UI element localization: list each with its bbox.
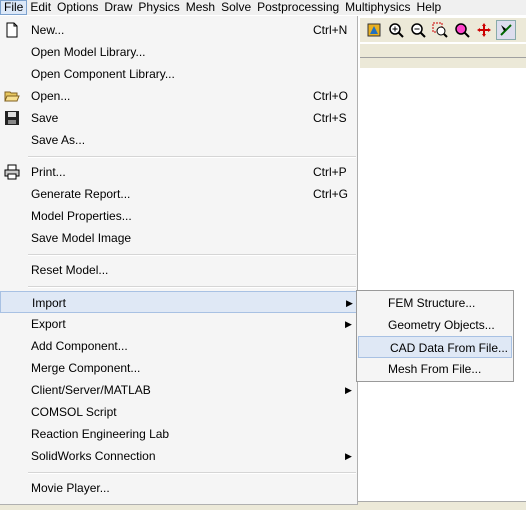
menu-item-reaction-engineering-lab[interactable]: Reaction Engineering Lab xyxy=(0,423,357,445)
menu-item-open-component-library[interactable]: Open Component Library... xyxy=(0,63,357,85)
submenu-arrow-icon: ▶ xyxy=(345,451,352,461)
zoom-selected-icon[interactable] xyxy=(452,20,472,40)
zoom-out-icon[interactable] xyxy=(408,20,428,40)
menu-solve[interactable]: Solve xyxy=(218,0,254,15)
menu-item-import[interactable]: Import ▶ xyxy=(0,291,357,313)
folder-open-icon xyxy=(4,88,20,104)
drawing-canvas[interactable] xyxy=(360,68,526,501)
menu-separator xyxy=(28,286,356,288)
floppy-disk-icon xyxy=(4,110,20,126)
menu-item-export[interactable]: Export ▶ xyxy=(0,313,357,335)
menu-item-open[interactable]: Open... Ctrl+O xyxy=(0,85,357,107)
menu-item-save-model-image[interactable]: Save Model Image xyxy=(0,227,357,249)
menu-item-movie-player[interactable]: Movie Player... xyxy=(0,477,357,499)
menu-item-save-as[interactable]: Save As... xyxy=(0,129,357,151)
submenu-item-mesh-from-file[interactable]: Mesh From File... xyxy=(357,358,513,380)
menu-item-generate-report[interactable]: Generate Report... Ctrl+G xyxy=(0,183,357,205)
pan-icon[interactable] xyxy=(474,20,494,40)
menu-separator xyxy=(28,156,356,158)
menu-item-new[interactable]: New... Ctrl+N xyxy=(0,19,357,41)
menu-item-comsol-script[interactable]: COMSOL Script xyxy=(0,401,357,423)
menu-item-model-properties[interactable]: Model Properties... xyxy=(0,205,357,227)
menu-item-client-server-matlab[interactable]: Client/Server/MATLAB ▶ xyxy=(0,379,357,401)
secondary-toolbar xyxy=(360,44,526,68)
menu-help[interactable]: Help xyxy=(414,0,445,15)
printer-icon xyxy=(4,164,20,180)
menu-separator xyxy=(28,254,356,256)
menu-separator xyxy=(28,472,356,474)
submenu-arrow-icon: ▶ xyxy=(346,298,353,308)
submenu-item-cad-data-from-file[interactable]: CAD Data From File... xyxy=(358,336,512,358)
menu-multiphysics[interactable]: Multiphysics xyxy=(342,0,413,15)
menu-item-save[interactable]: Save Ctrl+S xyxy=(0,107,357,129)
submenu-arrow-icon: ▶ xyxy=(345,319,352,329)
menu-draw[interactable]: Draw xyxy=(101,0,135,15)
visualization-icon[interactable] xyxy=(364,20,384,40)
submenu-item-geometry-objects[interactable]: Geometry Objects... xyxy=(357,314,513,336)
menu-item-open-model-library[interactable]: Open Model Library... xyxy=(0,41,357,63)
menu-item-solidworks-connection[interactable]: SolidWorks Connection ▶ xyxy=(0,445,357,467)
import-submenu: FEM Structure... Geometry Objects... CAD… xyxy=(356,290,514,382)
menu-item-reset-model[interactable]: Reset Model... xyxy=(0,259,357,281)
menu-bar: File Edit Options Draw Physics Mesh Solv… xyxy=(0,0,526,15)
menu-file[interactable]: File xyxy=(0,0,28,15)
select-mode-icon[interactable] xyxy=(496,20,516,40)
new-document-icon xyxy=(4,22,20,38)
menu-options[interactable]: Options xyxy=(54,0,101,15)
file-menu: New... Ctrl+N Open Model Library... Open… xyxy=(0,16,358,505)
menu-item-print[interactable]: Print... Ctrl+P xyxy=(0,161,357,183)
menu-edit[interactable]: Edit xyxy=(27,0,54,15)
toolbar-divider xyxy=(360,57,526,58)
submenu-item-fem-structure[interactable]: FEM Structure... xyxy=(357,292,513,314)
toolbar xyxy=(360,18,526,42)
zoom-window-icon[interactable] xyxy=(430,20,450,40)
zoom-in-icon[interactable] xyxy=(386,20,406,40)
menu-physics[interactable]: Physics xyxy=(135,0,182,15)
menu-postprocessing[interactable]: Postprocessing xyxy=(254,0,342,15)
submenu-arrow-icon: ▶ xyxy=(345,385,352,395)
menu-item-add-component[interactable]: Add Component... xyxy=(0,335,357,357)
menu-mesh[interactable]: Mesh xyxy=(183,0,218,15)
menu-item-merge-component[interactable]: Merge Component... xyxy=(0,357,357,379)
